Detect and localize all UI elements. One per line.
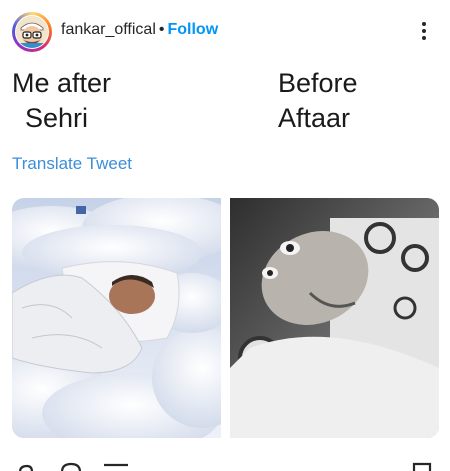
translate-tweet-link[interactable]: Translate Tweet (12, 154, 132, 174)
caption-left-line2: Sehri (25, 103, 89, 133)
post-header: fankar_offical • Follow (0, 0, 450, 62)
username-link[interactable]: fankar_offical (61, 21, 156, 38)
avatar-cartoon-image (15, 15, 49, 49)
avatar[interactable] (12, 12, 52, 52)
separator-dot: • (158, 21, 165, 38)
post-action-bar (0, 458, 450, 471)
bookmark-icon[interactable] (412, 462, 432, 471)
caption-right: Before Aftaar (278, 66, 358, 136)
more-vertical-icon[interactable] (414, 18, 434, 44)
caption-right-line2: Aftaar (278, 103, 351, 133)
heart-icon[interactable] (18, 464, 34, 471)
post-author-line: fankar_offical • Follow (61, 21, 218, 39)
follow-button[interactable]: Follow (167, 21, 218, 38)
caption-left-line1: Me after (12, 68, 112, 98)
caption-right-line1: Before (278, 68, 358, 98)
man-lying-awake-image (230, 198, 439, 438)
caption-left: Me after Sehri (12, 66, 111, 136)
comment-icon[interactable] (60, 462, 82, 471)
sleeping-on-clouds-image (12, 198, 221, 438)
